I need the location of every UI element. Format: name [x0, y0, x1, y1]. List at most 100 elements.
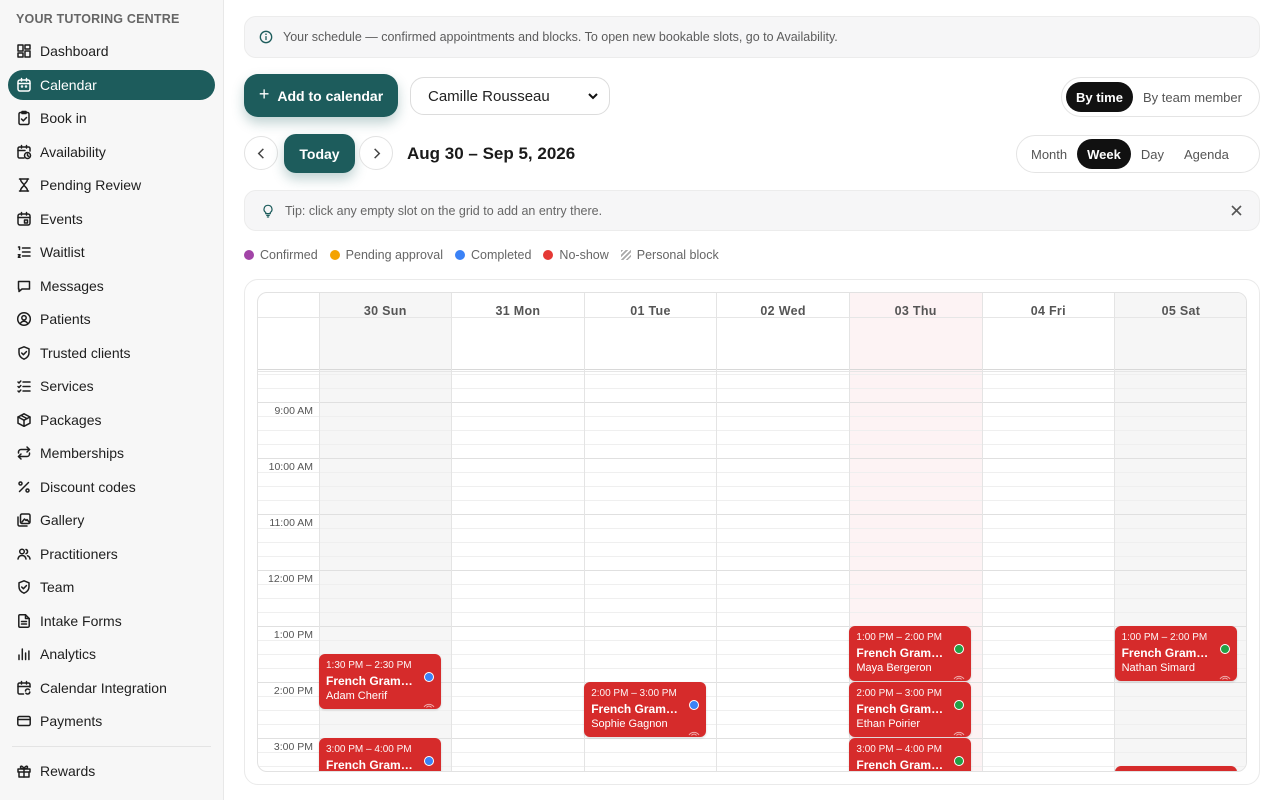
day-header: 03 Thu — [894, 304, 937, 318]
event-client: Ethan Poirier — [856, 717, 920, 730]
sidebar-item-label: Rewards — [40, 763, 96, 779]
sidebar-item-memberships[interactable]: Memberships — [8, 438, 215, 468]
hourglass-icon — [18, 178, 30, 192]
view-agenda-option[interactable]: Agenda — [1174, 139, 1239, 169]
appointment-event[interactable]: 3:30 PM – 4:30 PM — [1114, 765, 1237, 773]
hour-label: 2:00 PM — [273, 685, 313, 697]
team-member-select-value: Camille Rousseau — [428, 87, 550, 105]
sidebar-item-discount-codes[interactable]: Discount codes — [8, 472, 215, 502]
by-team-member-option[interactable]: By team member — [1133, 82, 1252, 112]
appointment-event[interactable]: 1:30 PM – 2:30 PM French Grammar Adam Cher… — [319, 653, 441, 709]
sidebar-item-label: Trusted clients — [40, 344, 131, 361]
view-week-option[interactable]: Week — [1077, 139, 1131, 169]
day-column-bg[interactable] — [982, 293, 1115, 771]
sidebar-item-book-in[interactable]: Book in — [8, 103, 215, 133]
sidebar-item-calendar-integration[interactable]: Calendar Integration — [8, 673, 215, 703]
sidebar-item-patients[interactable]: Patients — [8, 304, 215, 334]
day-header: 31 Mon — [495, 304, 541, 318]
sidebar-item-label: Messages — [40, 277, 104, 294]
status-legend: Confirmed Pending approval Completed No-sho… — [244, 248, 731, 262]
appointment-event[interactable]: 3:00 PM – 4:00 PM French Grammar — [849, 737, 972, 772]
info-icon — [259, 30, 273, 44]
event-time: 3:00 PM – 4:00 PM — [326, 743, 412, 755]
event-title: French Grammar — [1121, 645, 1216, 660]
sidebar-item-label: Intake Forms — [40, 612, 122, 629]
status-dot — [423, 671, 434, 682]
hour-label: 11:00 AM — [269, 517, 313, 529]
event-title: French Grammar — [856, 757, 951, 772]
sidebar-item-waitlist[interactable]: Waitlist — [8, 237, 215, 267]
status-dot — [954, 699, 965, 710]
by-time-option[interactable]: By time — [1066, 82, 1133, 112]
view-day-option[interactable]: Day — [1131, 139, 1174, 169]
grid-line — [258, 724, 1246, 725]
sidebar-item-intake-forms[interactable]: Intake Forms — [8, 606, 215, 636]
sidebar-item-label: Practitioners — [40, 545, 118, 562]
legend-item-completed: Completed — [454, 248, 531, 262]
view-toggle: Month Week Day Agenda — [1016, 135, 1260, 173]
sidebar-item-rewards[interactable]: Rewards — [8, 756, 215, 786]
sidebar-item-events[interactable]: Events — [8, 204, 215, 234]
appointment-event[interactable]: 2:00 PM – 3:00 PM French Grammar Ethan Poi… — [849, 681, 972, 737]
dashboard-icon — [17, 44, 31, 58]
event-client: Adam Cherif — [326, 689, 388, 702]
tip-banner: Tip: click any empty slot on the grid to… — [244, 190, 1260, 231]
appointment-event[interactable]: 1:00 PM – 2:00 PM French Grammar Nathan Si… — [1114, 625, 1237, 681]
legend-dot — [329, 250, 340, 260]
grid-line — [258, 472, 1246, 473]
status-dot — [423, 755, 434, 766]
sidebar-item-payments[interactable]: Payments — [8, 706, 215, 736]
calendar-icon — [17, 77, 31, 92]
package-icon — [17, 412, 31, 427]
grid-column-line — [716, 293, 718, 771]
grid-line — [258, 369, 1246, 370]
event-time: 3:30 PM – 4:30 PM — [1122, 772, 1230, 773]
sidebar-item-trusted-clients[interactable]: Trusted clients — [8, 338, 215, 368]
day-column-bg[interactable] — [1114, 293, 1246, 771]
message-icon — [17, 280, 31, 292]
repeat-icon — [17, 446, 31, 460]
sidebar-item-gallery[interactable]: Gallery — [8, 505, 215, 535]
week-calendar-grid: 30 Sun 31 Mon 01 Tue 02 Wed 03 Thu 04 Fri 05 S… — [257, 292, 1247, 772]
view-month-option[interactable]: Month — [1021, 139, 1077, 169]
day-header: 05 Sat — [1161, 304, 1201, 318]
close-icon[interactable] — [1230, 204, 1243, 217]
appointment-event[interactable]: 3:00 PM – 4:00 PM French Grammar — [319, 737, 441, 771]
appointment-event[interactable]: 1:00 PM – 2:00 PM French Grammar Maya Berg… — [849, 625, 972, 681]
sidebar-item-pending-review[interactable]: Pending Review — [8, 170, 215, 200]
sidebar-item-label: Events — [40, 210, 83, 227]
percent-icon — [18, 480, 30, 493]
sidebar-item-dashboard[interactable]: Dashboard — [8, 36, 215, 66]
day-column-bg[interactable] — [716, 293, 850, 771]
sidebar-item-label: Patients — [40, 311, 91, 327]
event-time: 3:00 PM – 4:00 PM — [856, 743, 942, 755]
sidebar-item-practitioners[interactable]: Practitioners — [8, 539, 215, 569]
add-to-calendar-button[interactable]: + Add to calendar — [244, 74, 398, 117]
sidebar-item-label: Memberships — [40, 445, 125, 461]
grid-line — [258, 444, 1246, 445]
event-client: Sophie Gagnon — [591, 717, 668, 730]
sidebar-item-analytics[interactable]: Analytics — [8, 639, 215, 669]
grid-line — [258, 584, 1246, 585]
day-header: 04 Fri — [1030, 304, 1066, 318]
grid-column-line — [451, 293, 453, 771]
next-week-button[interactable] — [359, 136, 393, 170]
team-member-select[interactable]: Camille Rousseau — [410, 77, 610, 115]
signal-icon — [688, 731, 700, 736]
sidebar-item-calendar[interactable]: Calendar — [8, 69, 215, 100]
day-header: 01 Tue — [630, 304, 671, 318]
day-column-bg[interactable] — [451, 293, 585, 771]
sidebar-item-label: Analytics — [40, 646, 97, 662]
legend-dot — [454, 250, 465, 260]
appointment-event[interactable]: 2:00 PM – 3:00 PM French Grammar Sophie Ga… — [584, 681, 707, 737]
previous-week-button[interactable] — [244, 136, 278, 170]
sidebar-item-packages[interactable]: Packages — [8, 405, 215, 435]
sidebar-nav: Dashboard Calendar Book in Availability Pend… — [8, 36, 215, 736]
sidebar-item-team[interactable]: Team — [8, 572, 215, 602]
event-client: Maya Bergeron — [856, 661, 932, 674]
sidebar-item-messages[interactable]: Messages — [8, 271, 215, 301]
sidebar-item-label: Discount codes — [40, 478, 136, 495]
sidebar-item-availability[interactable]: Availability — [8, 137, 215, 167]
sidebar-item-services[interactable]: Services — [8, 371, 215, 401]
today-button[interactable]: Today — [284, 134, 355, 173]
